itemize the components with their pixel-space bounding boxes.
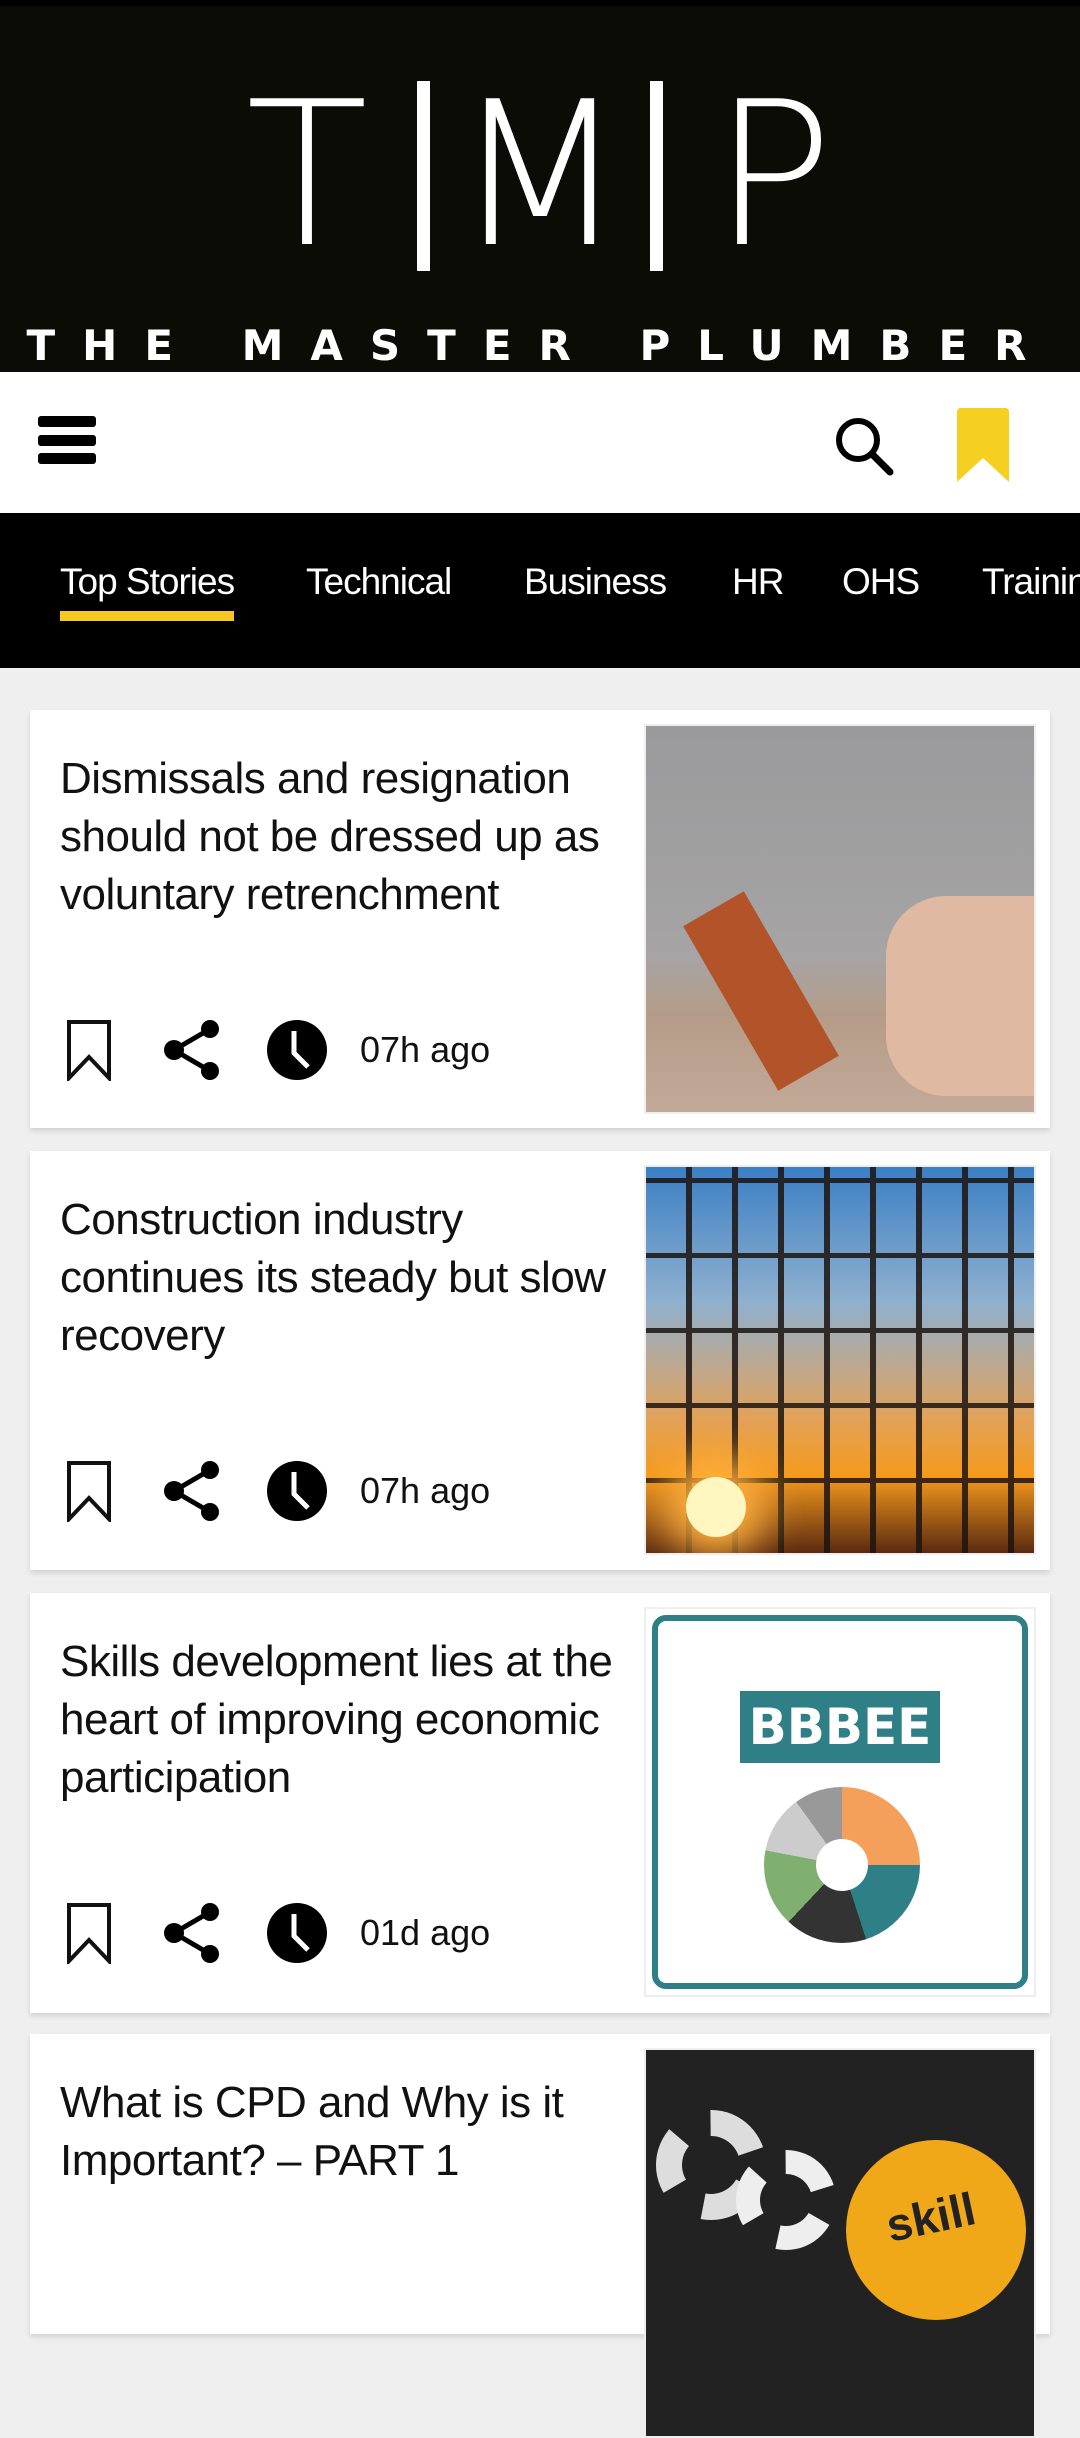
search-icon[interactable] xyxy=(830,412,900,482)
article-thumbnail[interactable]: BBBEE xyxy=(644,1607,1036,1997)
logo-letter: T xyxy=(245,59,369,292)
bookmark-outline-icon[interactable] xyxy=(66,1460,112,1522)
bookmark-outline-icon[interactable] xyxy=(66,1019,112,1081)
article-title[interactable]: Construction industry continues its stea… xyxy=(60,1191,650,1365)
bbbee-label: BBBEE xyxy=(740,1691,940,1763)
toolbar xyxy=(0,372,1080,513)
category-tabs: Top Stories Technical Business HR OHS Tr… xyxy=(0,513,1080,668)
article-title[interactable]: What is CPD and Why is it Important? – P… xyxy=(60,2074,650,2190)
article-time: 01d ago xyxy=(360,1912,491,1953)
tab-training[interactable]: Training xyxy=(982,561,1080,603)
article-card[interactable]: Dismissals and resignation should not be… xyxy=(30,710,1050,1128)
article-time: 07h ago xyxy=(360,1029,491,1070)
article-card[interactable]: Construction industry continues its stea… xyxy=(30,1151,1050,1570)
clock-icon xyxy=(267,1903,327,1963)
logo-divider xyxy=(650,81,663,271)
share-icon[interactable] xyxy=(162,1019,222,1081)
site-logo: T M P THE MASTER PLUMBER xyxy=(0,0,1080,372)
clock-icon xyxy=(267,1461,327,1521)
share-icon[interactable] xyxy=(162,1902,222,1964)
tab-hr[interactable]: HR xyxy=(732,561,784,603)
share-icon[interactable] xyxy=(162,1460,222,1522)
clock-icon xyxy=(267,1020,327,1080)
logo-tagline: THE MASTER PLUMBER xyxy=(26,321,1054,370)
tab-ohs[interactable]: OHS xyxy=(842,561,920,603)
hamburger-icon[interactable] xyxy=(38,416,96,464)
article-thumbnail[interactable] xyxy=(644,724,1036,1114)
article-card[interactable]: Skills development lies at the heart of … xyxy=(30,1593,1050,2013)
article-thumbnail[interactable]: skill xyxy=(644,2048,1036,2438)
article-thumbnail[interactable] xyxy=(644,1165,1036,1555)
logo-divider xyxy=(417,81,430,271)
tab-business[interactable]: Business xyxy=(524,561,667,603)
article-title[interactable]: Skills development lies at the heart of … xyxy=(60,1633,650,1807)
article-time: 07h ago xyxy=(360,1470,491,1511)
logo-letter: M xyxy=(453,59,627,292)
bookmark-outline-icon[interactable] xyxy=(66,1902,112,1964)
article-title[interactable]: Dismissals and resignation should not be… xyxy=(60,750,650,924)
logo-letter: P xyxy=(712,59,834,292)
tab-technical[interactable]: Technical xyxy=(306,561,452,603)
tab-top-stories[interactable]: Top Stories xyxy=(60,561,235,621)
bookmark-icon[interactable] xyxy=(955,408,1011,482)
article-card[interactable]: What is CPD and Why is it Important? – P… xyxy=(30,2034,1050,2438)
